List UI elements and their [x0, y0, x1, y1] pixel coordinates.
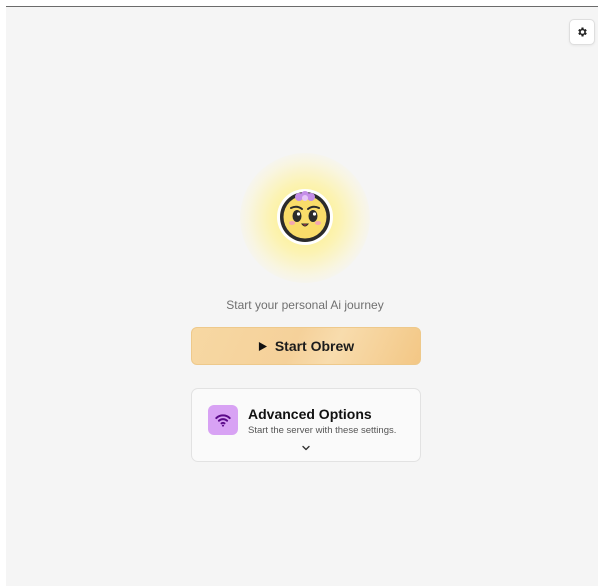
- advanced-options-title: Advanced Options: [248, 406, 372, 422]
- start-obrew-button[interactable]: Start Obrew: [191, 327, 421, 365]
- advanced-options-icon-tile: [208, 405, 238, 435]
- play-icon: [258, 341, 267, 351]
- advanced-options-subtitle: Start the server with these settings.: [248, 425, 397, 436]
- mascot-face-icon: [277, 189, 333, 245]
- app-window: Start your personal Ai journey Start Obr…: [6, 6, 598, 586]
- tagline: Start your personal Ai journey: [226, 298, 384, 312]
- advanced-options-toggle[interactable]: Advanced Options Start the server with t…: [191, 388, 421, 462]
- gear-icon: [578, 27, 587, 37]
- settings-button[interactable]: [569, 19, 595, 45]
- chevron-down-icon[interactable]: [300, 443, 312, 453]
- wifi-icon: [215, 414, 231, 427]
- start-button-label: Start Obrew: [274, 338, 355, 354]
